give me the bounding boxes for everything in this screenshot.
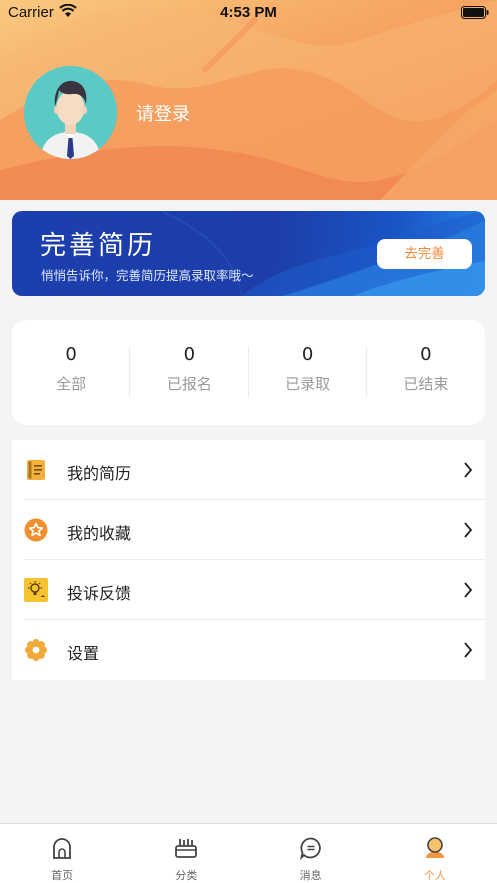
menu-item-label: 设置 (67, 644, 100, 663)
menu-item-my-favorites[interactable]: 我的收藏 (12, 500, 485, 560)
stat-label: 已报名 (166, 375, 212, 393)
stat-label: 已结束 (403, 375, 449, 393)
stat-all[interactable]: 0 全部 (12, 320, 131, 425)
user-avatar-icon (24, 66, 117, 159)
person-icon (425, 837, 444, 858)
application-stats-card: 0 全部 0 已报名 0 已录取 0 已结束 (12, 320, 485, 425)
profile-header: Carrier 4:53 PM 请登录 (0, 0, 497, 200)
stat-count: 0 (420, 344, 432, 365)
stat-label: 已录取 (285, 375, 331, 393)
menu-item-label: 我的收藏 (67, 524, 132, 543)
bottom-tab-bar: 首页 分类 消息 个人 (0, 823, 497, 883)
chevron-right-icon (464, 462, 473, 478)
complete-resume-button[interactable]: 去完善 (377, 239, 472, 269)
stat-admitted[interactable]: 0 已录取 (249, 320, 367, 425)
stat-count: 0 (301, 344, 314, 365)
message-icon (299, 837, 321, 860)
tab-label: 个人 (423, 869, 446, 882)
status-bar: Carrier 4:53 PM (0, 0, 497, 26)
menu-item-label: 投诉反馈 (67, 584, 132, 603)
tab-label: 消息 (299, 869, 322, 882)
stat-count: 0 (65, 344, 77, 365)
stat-ended[interactable]: 0 已结束 (367, 320, 485, 425)
complete-resume-banner[interactable]: 完善简历 悄悄告诉你，完善简历提高录取率哦～ 去完善 (12, 211, 485, 296)
tab-home[interactable]: 首页 (0, 824, 124, 883)
star-icon (24, 518, 48, 542)
tab-profile[interactable]: 个人 (373, 824, 497, 883)
login-prompt[interactable]: 请登录 (136, 100, 190, 126)
menu-item-settings[interactable]: 设置 (12, 620, 485, 680)
clock-label: 4:53 PM (220, 4, 277, 21)
category-icon (175, 839, 198, 858)
menu-item-label: 我的简历 (67, 464, 132, 483)
tab-label: 分类 (175, 869, 198, 882)
banner-subtitle: 悄悄告诉你，完善简历提高录取率哦～ (41, 268, 254, 283)
menu-item-feedback[interactable]: 投诉反馈 (12, 560, 485, 620)
chevron-right-icon (464, 582, 473, 598)
tab-category[interactable]: 分类 (124, 824, 248, 883)
banner-title: 完善简历 (40, 231, 157, 261)
gear-icon (24, 638, 48, 662)
tab-messages[interactable]: 消息 (249, 824, 373, 883)
stat-applied[interactable]: 0 已报名 (130, 320, 249, 425)
chevron-right-icon (464, 642, 473, 658)
avatar[interactable] (24, 66, 117, 159)
profile-menu: 我的简历 我的收藏 投诉反馈 设置 (12, 440, 485, 680)
lightbulb-icon (24, 578, 48, 602)
stat-count: 0 (183, 344, 196, 365)
menu-item-my-resume[interactable]: 我的简历 (12, 440, 485, 500)
home-icon (53, 838, 72, 859)
battery-icon (461, 6, 489, 19)
resume-book-icon (27, 460, 45, 480)
tab-label: 首页 (51, 869, 74, 882)
stat-label: 全部 (56, 375, 87, 393)
chevron-right-icon (464, 522, 473, 538)
